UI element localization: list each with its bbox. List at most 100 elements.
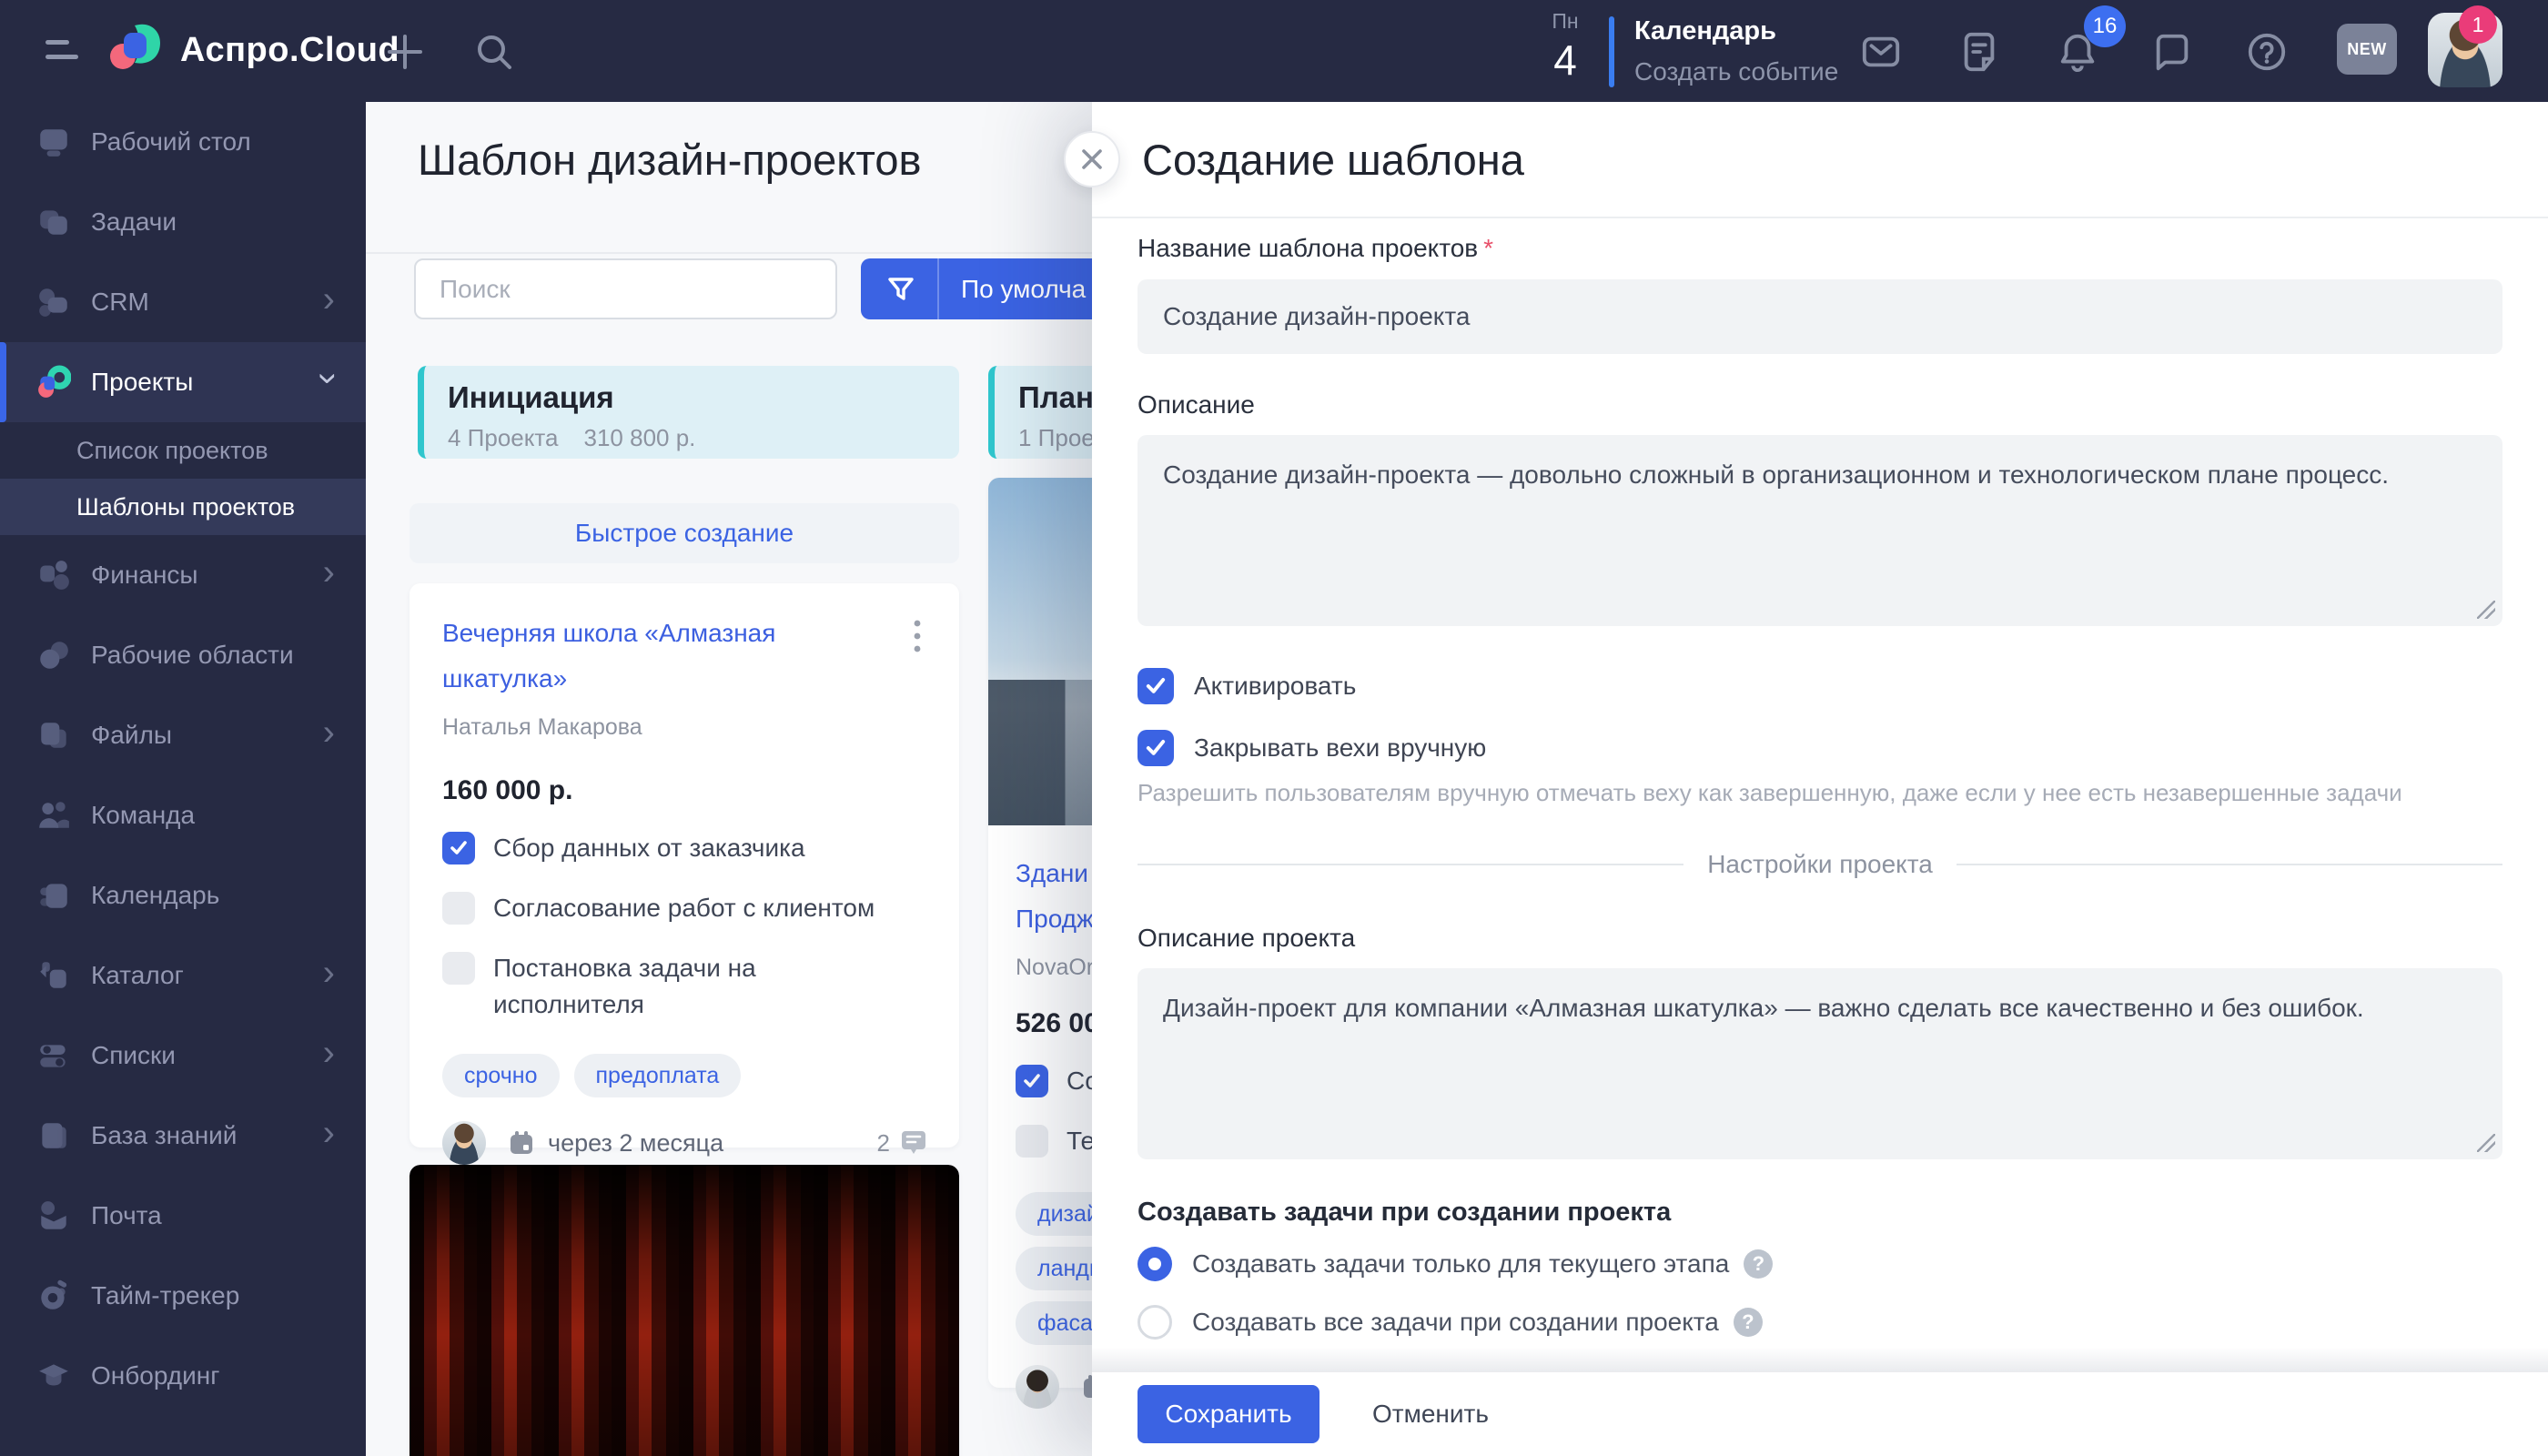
create-event-link[interactable]: Создать событие [1634,57,1838,86]
sidebar-item-team[interactable]: Команда [0,775,366,855]
card-title-link[interactable]: Вечерняя школа «Алмазная шкатулка» [442,611,870,702]
project-description-textarea[interactable]: Дизайн-проект для компании «Алмазная шка… [1138,968,2502,1159]
sidebar-item-knowledge-base[interactable]: База знаний › [0,1096,366,1176]
tag[interactable]: предоплата [574,1054,742,1097]
finance-icon [36,558,71,592]
sidebar-item-label: Тайм-трекер [91,1281,366,1310]
radio-selected-icon[interactable] [1138,1247,1172,1281]
kanban-column-header-initiation[interactable]: Инициация 4 Проекта 310 800 р. [418,366,959,459]
sidebar-item-lists[interactable]: Списки › [0,1016,366,1096]
sidebar-subitem-project-list[interactable]: Список проектов [0,422,366,479]
sidebar-item-time-tracker[interactable]: Тайм-трекер [0,1256,366,1336]
checkbox-checked-icon[interactable] [1016,1065,1048,1097]
help-question-icon[interactable]: ? [1744,1249,1773,1279]
description-textarea[interactable]: Создание дизайн-проекта — довольно сложн… [1138,435,2502,626]
sidebar-item-label: Списки [91,1041,323,1070]
chevron-down-icon: › [310,372,347,384]
quick-create-button[interactable]: Быстрое создание [410,503,959,563]
card-checklist-item[interactable]: Постановка задачи на исполнителя [442,952,928,1023]
sidebar-item-finance[interactable]: Финансы › [0,535,366,615]
whats-new-button[interactable]: NEW [2337,24,2397,75]
help-icon[interactable] [2246,31,2288,73]
project-settings-section: Настройки проекта [1138,850,2502,879]
activate-label: Активировать [1194,672,1356,701]
assignee-avatar[interactable] [442,1121,486,1165]
widget-divider [1609,16,1614,87]
sidebar-item-calendar[interactable]: Календарь [0,855,366,935]
sidebar-item-label: Рабочий стол [91,127,366,157]
create-plus-icon[interactable] [384,31,426,73]
template-name-input[interactable] [1138,279,2502,354]
sidebar-subitem-project-templates[interactable]: Шаблоны проектов [0,479,366,535]
calendar-date-widget[interactable]: Пн 4 [1540,9,1591,85]
sidebar-item-label: Файлы [91,721,323,750]
checkbox-unchecked-icon[interactable] [442,952,475,985]
checkbox-unchecked-icon[interactable] [1016,1125,1048,1158]
funnel-icon [885,273,917,306]
activate-checkbox-row[interactable]: Активировать [1138,668,1356,704]
divider-line [1138,864,1684,865]
section-title: Настройки проекта [1707,850,1933,879]
close-icon[interactable] [1064,131,1120,187]
sidebar-item-mail[interactable]: Почта [0,1176,366,1256]
hamburger-menu-icon[interactable] [46,40,78,59]
modal-footer: Сохранить Отменить [1092,1372,2548,1456]
checkbox-checked-icon[interactable] [1138,668,1174,704]
assignee-avatar[interactable] [1016,1365,1059,1409]
create-template-modal: Создание шаблона Название шаблона проект… [1092,102,2548,1456]
sidebar-item-onboarding[interactable]: Онбординг [0,1336,366,1416]
date-weekday: Пн [1540,9,1591,34]
tag[interactable]: срочно [442,1054,560,1097]
app-logo[interactable]: Аспро.Cloud [107,22,399,79]
mail-icon[interactable] [1860,31,1902,73]
search-input[interactable] [414,258,837,319]
sidebar-item-workspaces[interactable]: Рабочие области [0,615,366,695]
template-name-label: Название шаблона проектов* [1138,234,1493,263]
checkbox-unchecked-icon[interactable] [442,892,475,925]
cancel-button[interactable]: Отменить [1372,1400,1489,1429]
calendar-widget-title: Календарь [1634,16,1838,46]
project-card-theater[interactable] [410,1165,959,1456]
sidebar-item-projects[interactable]: Проекты › [0,342,366,422]
sidebar-item-label: Каталог [91,961,323,990]
card-due-date: через 2 месяца [548,1129,723,1158]
sidebar-item-label: Почта [91,1201,366,1230]
sidebar-item-tasks[interactable]: Задачи [0,182,366,262]
radio-current-stage-row[interactable]: Создавать задачи только для текущего эта… [1138,1247,1773,1281]
card-checklist-item[interactable]: Согласование работ с клиентом [442,892,928,926]
sidebar-item-crm[interactable]: CRM › [0,262,366,342]
checkbox-checked-icon[interactable] [442,832,475,864]
logo-text: Аспро.Cloud [180,31,399,70]
checkbox-checked-icon[interactable] [1138,730,1174,766]
sidebar-item-catalog[interactable]: Каталог › [0,935,366,1016]
project-description-field: Дизайн-проект для компании «Алмазная шка… [1138,968,2502,1159]
calendar-small-icon [508,1129,535,1157]
notes-icon[interactable] [1958,31,2000,73]
calendar-widget[interactable]: Календарь Создать событие [1634,16,1838,86]
chat-icon[interactable] [2151,31,2193,73]
chevron-right-icon: › [323,1115,335,1151]
help-question-icon[interactable]: ? [1734,1308,1763,1337]
radio-all-tasks-row[interactable]: Создавать все задачи при создании проект… [1138,1305,1763,1340]
card-cover-image [410,1165,959,1456]
knowledge-base-icon [36,1118,71,1153]
save-button[interactable]: Сохранить [1138,1385,1320,1443]
sidebar-subitem-label: Шаблоны проектов [76,493,295,521]
sidebar: Рабочий стол Задачи CRM › Проекты › Спис… [0,102,366,1456]
divider-line [1956,864,2502,865]
close-milestones-checkbox-row[interactable]: Закрывать вехи вручную [1138,730,1486,766]
kebab-menu-icon[interactable] [899,616,935,656]
projects-icon [36,365,71,399]
filter-separator [937,258,939,319]
desktop-icon [36,125,71,159]
project-card-evening-school[interactable]: Вечерняя школа «Алмазная шкатулка» Натал… [410,583,959,1148]
lists-icon [36,1038,71,1073]
radio-unselected-icon[interactable] [1138,1305,1172,1340]
workspaces-icon [36,638,71,672]
search-icon[interactable] [473,31,515,73]
calendar-icon [36,878,71,913]
card-checklist-item[interactable]: Сбор данных от заказчика [442,832,928,866]
description-field: Создание дизайн-проекта — довольно сложн… [1138,435,2502,626]
sidebar-item-dashboard[interactable]: Рабочий стол [0,102,366,182]
sidebar-item-files[interactable]: Файлы › [0,695,366,775]
